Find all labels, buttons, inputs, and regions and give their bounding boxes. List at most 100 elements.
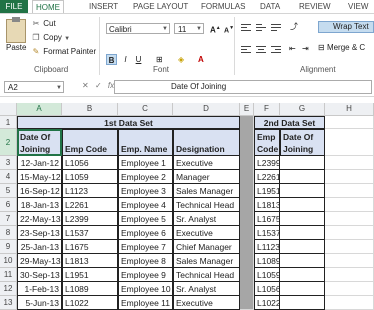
table-cell[interactable] [280,240,325,254]
table-cell[interactable]: Employee 5 [118,212,173,226]
orientation-button[interactable]: ⤴ [290,21,298,32]
cell[interactable] [325,268,374,282]
table-cell[interactable]: Sr. Analyst [173,282,240,296]
table-cell[interactable]: Sales Manager [173,184,240,198]
wrap-text-button[interactable]: Wrap Text [318,21,374,33]
cell[interactable] [325,282,374,296]
table1-header[interactable]: Emp. Name [118,129,173,156]
tab-data[interactable]: DATA [260,0,280,13]
table-cell[interactable]: L1537 [62,226,118,240]
table-cell[interactable]: Executive [173,156,240,170]
table-cell[interactable]: L1675 [62,240,118,254]
table-cell[interactable]: L1951 [62,268,118,282]
table-cell[interactable]: 12-Jan-12 [17,156,62,170]
table-cell[interactable]: L1675 [254,212,280,226]
table-cell[interactable]: L1059 [254,268,280,282]
row-header-9[interactable]: 9 [0,240,17,254]
table-cell[interactable]: L1123 [62,184,118,198]
table-cell[interactable]: Employee 9 [118,268,173,282]
row-header-8[interactable]: 8 [0,226,17,240]
table-cell[interactable]: Employee 4 [118,198,173,212]
table-cell[interactable] [280,212,325,226]
table-cell[interactable]: L1813 [62,254,118,268]
fill-color-button[interactable]: ◈ [178,54,184,65]
table2-header[interactable]: Date Of Joining [280,129,325,156]
grow-font-button[interactable]: A▲ [210,23,221,35]
merge-center-button[interactable]: ⊟ Merge & C [318,43,365,52]
table-cell[interactable]: L1813 [254,198,280,212]
table-cell[interactable]: L2261 [254,170,280,184]
formula-input[interactable]: Date Of Joining [114,80,372,94]
table-cell[interactable] [280,254,325,268]
table-cell[interactable]: L1056 [254,282,280,296]
table-cell[interactable]: 16-Sep-12 [17,184,62,198]
table-cell[interactable] [280,170,325,184]
table-cell[interactable]: Chief Manager [173,240,240,254]
table-cell[interactable] [280,268,325,282]
column-header-g[interactable]: G [280,103,325,116]
cell[interactable] [325,226,374,240]
table-cell[interactable]: Employee 11 [118,296,173,310]
cell[interactable] [325,212,374,226]
tab-formulas[interactable]: FORMULAS [201,0,245,13]
table2-header[interactable]: Emp Code [254,129,280,156]
column-header-f[interactable]: F [254,103,280,116]
table-cell[interactable]: 29-May-13 [17,254,62,268]
column-header-e[interactable]: E [240,103,254,116]
table-cell[interactable]: L1056 [62,156,118,170]
table-cell[interactable] [280,156,325,170]
font-color-button[interactable]: A [198,54,204,65]
align-left-icon[interactable] [241,46,251,54]
row-header-2[interactable]: 2 [0,129,17,156]
table-cell[interactable]: L2399 [62,212,118,226]
table-cell[interactable]: Employee 1 [118,156,173,170]
align-right-icon[interactable] [271,46,281,54]
table1-header[interactable]: Designation [173,129,240,156]
shrink-font-button[interactable]: A▼ [224,23,234,34]
table-cell[interactable]: L2261 [62,198,118,212]
font-name-select[interactable]: Calibri ▼ [106,23,170,34]
row-header-11[interactable]: 11 [0,268,17,282]
cell[interactable] [325,240,374,254]
cell[interactable] [325,296,374,310]
column-header-h[interactable]: H [325,103,374,116]
column-header-c[interactable]: C [118,103,173,116]
table-cell[interactable]: L1123 [254,240,280,254]
table-cell[interactable]: 25-Jan-13 [17,240,62,254]
table1-header[interactable]: Emp Code [62,129,118,156]
tab-insert[interactable]: INSERT [89,0,118,13]
align-center-icon[interactable] [256,46,266,54]
table-cell[interactable]: 15-May-12 [17,170,62,184]
row-header-6[interactable]: 6 [0,198,17,212]
table-cell[interactable]: L1537 [254,226,280,240]
table-cell[interactable]: 5-Jun-13 [17,296,62,310]
table-cell[interactable]: L1022 [254,296,280,310]
table-cell[interactable]: L1059 [62,170,118,184]
row-header-10[interactable]: 10 [0,254,17,268]
name-box[interactable]: A2 ▼ [4,81,64,93]
table-cell[interactable]: Manager [173,170,240,184]
table-cell[interactable]: 1-Feb-13 [17,282,62,296]
cancel-icon[interactable]: ✕ [82,81,89,90]
tab-review[interactable]: REVIEW [299,0,331,13]
row-header-4[interactable]: 4 [0,170,17,184]
table-cell[interactable]: L1022 [62,296,118,310]
row-header-3[interactable]: 3 [0,156,17,170]
table-cell[interactable]: Sales Manager [173,254,240,268]
table1-title[interactable]: 1st Data Set [17,116,240,129]
align-middle-icon[interactable] [256,24,266,32]
select-all-corner[interactable] [0,103,17,116]
table-cell[interactable]: L1089 [62,282,118,296]
tab-view[interactable]: VIEW [348,0,368,13]
table-cell[interactable]: Employee 3 [118,184,173,198]
row-header-12[interactable]: 12 [0,282,17,296]
row-header-7[interactable]: 7 [0,212,17,226]
table-cell[interactable]: Executive [173,226,240,240]
tab-page-layout[interactable]: PAGE LAYOUT [133,0,188,13]
copy-button[interactable]: ❐ Copy ▼ [31,32,70,43]
table-cell[interactable]: Technical Head [173,198,240,212]
table-cell[interactable]: 30-Sep-13 [17,268,62,282]
align-top-icon[interactable] [241,24,251,32]
table-cell[interactable] [280,184,325,198]
table-cell[interactable]: Employee 2 [118,170,173,184]
